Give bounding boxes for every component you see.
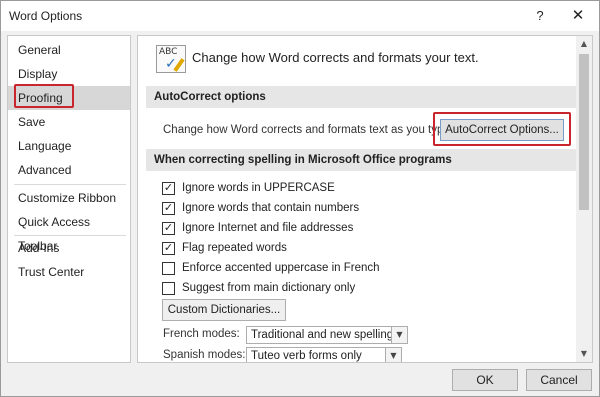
chevron-down-icon: ▼ xyxy=(385,348,401,362)
checkbox[interactable]: ✓ xyxy=(162,202,175,215)
abc-spellcheck-icon: ABC ✓ xyxy=(156,45,186,73)
spanish-modes-select[interactable]: Tuteo verb forms only ▼ xyxy=(246,347,402,362)
proofing-highlight-box xyxy=(14,84,74,108)
checkbox[interactable]: ✓ xyxy=(162,182,175,195)
panel-header-text: Change how Word corrects and formats you… xyxy=(192,50,479,65)
sidebar-item-quick-access-toolbar[interactable]: Quick Access Toolbar xyxy=(8,210,130,253)
sidebar-item-add-ins[interactable]: Add-Ins xyxy=(8,236,130,260)
french-modes-select[interactable]: Traditional and new spellings ▼ xyxy=(246,326,408,344)
sidebar-item-language[interactable]: Language xyxy=(8,134,130,158)
checkbox-label: Ignore Internet and file addresses xyxy=(182,222,354,234)
custom-dictionaries-button[interactable]: Custom Dictionaries... xyxy=(162,299,286,321)
checkbox-label: Flag repeated words xyxy=(182,242,287,254)
french-modes-label: French modes: xyxy=(163,328,240,340)
checkbox-label: Suggest from main dictionary only xyxy=(182,282,356,294)
proofing-panel: ABC ✓ Change how Word corrects and forma… xyxy=(137,35,593,363)
checkbox-label: Ignore words that contain numbers xyxy=(182,202,360,214)
autocorrect-section-title: AutoCorrect options xyxy=(146,86,578,108)
checkbox-label: Enforce accented uppercase in French xyxy=(182,262,380,274)
autocorrect-highlight-box xyxy=(433,112,571,146)
sidebar-item-general[interactable]: General xyxy=(8,38,130,62)
spanish-modes-value: Tuteo verb forms only xyxy=(251,350,362,362)
scrollbar-thumb[interactable] xyxy=(579,54,589,210)
checkbox[interactable]: ✓ xyxy=(162,242,175,255)
vertical-scrollbar[interactable]: ▲ ▼ xyxy=(576,36,592,362)
spanish-modes-label: Spanish modes: xyxy=(163,349,246,361)
spelling-section-title: When correcting spelling in Microsoft Of… xyxy=(146,149,578,171)
sidebar-item-save[interactable]: Save xyxy=(8,110,130,134)
checkbox[interactable]: ✓ xyxy=(162,222,175,235)
french-modes-value: Traditional and new spellings xyxy=(251,329,399,341)
sidebar-item-display[interactable]: Display xyxy=(8,62,130,86)
word-options-dialog: Word Options ? ✕ General Display Proofin… xyxy=(0,0,600,397)
sidebar-item-trust-center[interactable]: Trust Center xyxy=(8,260,130,284)
sidebar-nav: General Display Proofing Save Language A… xyxy=(7,35,131,363)
ok-button[interactable]: OK xyxy=(452,369,518,391)
cancel-button[interactable]: Cancel xyxy=(526,369,592,391)
autocorrect-description: Change how Word corrects and formats tex… xyxy=(163,124,453,136)
checkbox[interactable] xyxy=(162,282,175,295)
window-title: Word Options xyxy=(9,9,83,23)
scroll-up-icon[interactable]: ▲ xyxy=(576,36,592,52)
close-button[interactable]: ✕ xyxy=(567,5,589,27)
title-bar: Word Options ? ✕ xyxy=(1,1,599,31)
checkbox-label: Ignore words in UPPERCASE xyxy=(182,182,335,194)
checkbox[interactable] xyxy=(162,262,175,275)
scroll-down-icon[interactable]: ▼ xyxy=(576,346,592,362)
chevron-down-icon: ▼ xyxy=(391,327,407,343)
sidebar-item-advanced[interactable]: Advanced xyxy=(8,158,130,182)
help-button[interactable]: ? xyxy=(529,5,551,27)
nav-divider xyxy=(14,184,126,185)
sidebar-item-customize-ribbon[interactable]: Customize Ribbon xyxy=(8,186,130,210)
